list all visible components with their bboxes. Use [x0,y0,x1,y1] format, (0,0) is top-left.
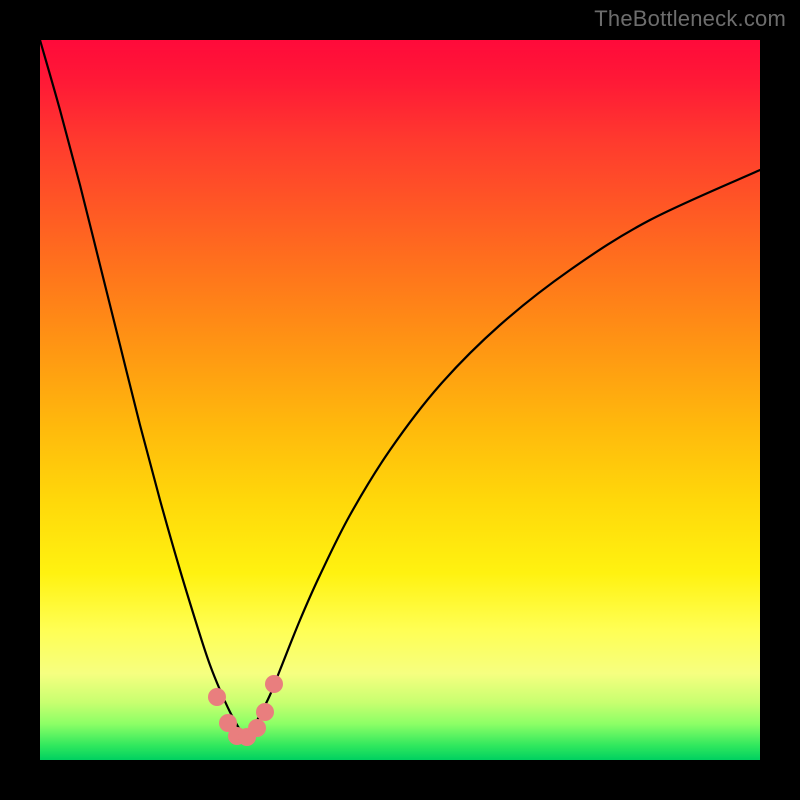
curve-marker [208,688,226,706]
curve-layer [40,40,760,760]
chart-frame: TheBottleneck.com [0,0,800,800]
curve-marker [248,719,266,737]
curve-marker [256,703,274,721]
plot-area [40,40,760,760]
curve-marker [265,675,283,693]
watermark-text: TheBottleneck.com [594,6,786,32]
bottleneck-curve [40,40,760,737]
